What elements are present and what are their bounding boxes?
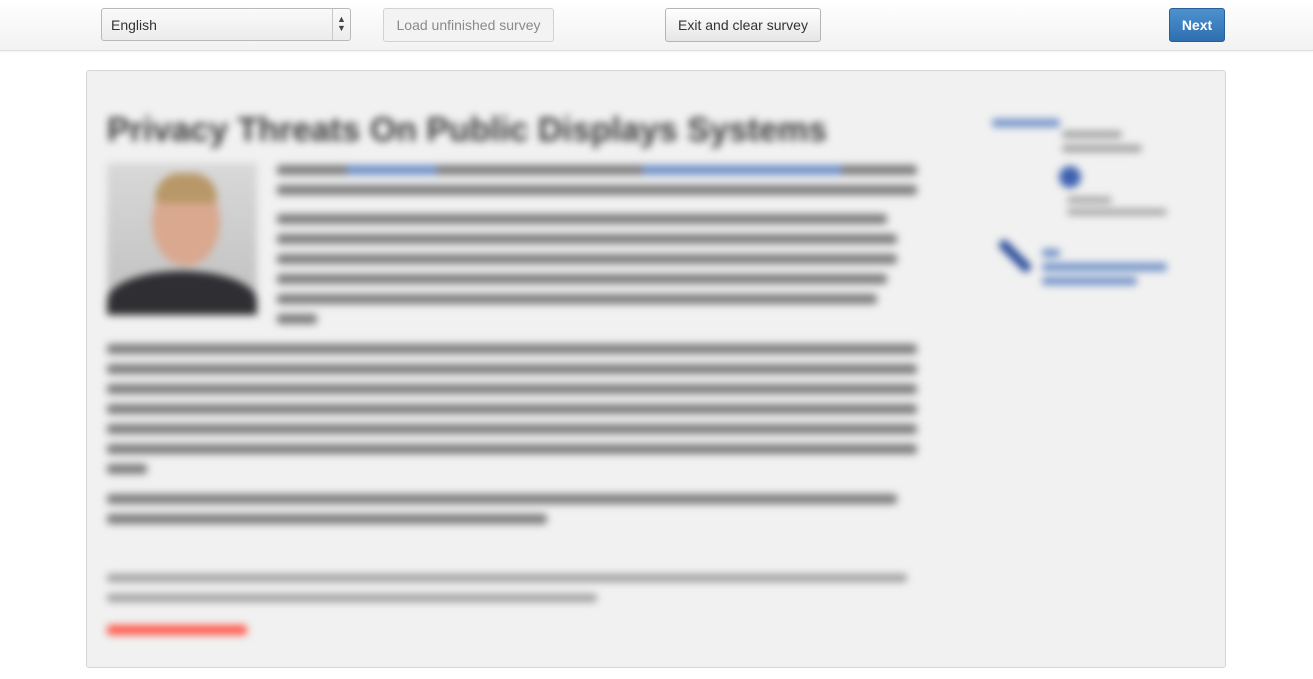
blurred-text-line: [277, 254, 897, 264]
blurred-content: Privacy Threats On Public Displays Syste…: [87, 71, 1225, 667]
next-button[interactable]: Next: [1169, 8, 1225, 42]
top-toolbar: English ▲ ▼ Load unfinished survey Exit a…: [0, 0, 1313, 51]
blurred-sidebar-link: [1042, 249, 1060, 257]
page-title: Privacy Threats On Public Displays Syste…: [107, 111, 827, 149]
blurred-link: [642, 165, 842, 175]
exit-and-clear-survey-button[interactable]: Exit and clear survey: [665, 8, 821, 42]
blurred-notice: [107, 625, 247, 635]
language-select-value: English: [111, 17, 157, 33]
blurred-sidebar-text: [1067, 197, 1112, 203]
sidebar-logo-icon: [1059, 166, 1081, 188]
blurred-link: [347, 165, 437, 175]
blurred-text-line: [277, 214, 887, 224]
blurred-text-line: [107, 384, 917, 394]
blurred-sidebar-link: [1042, 263, 1167, 271]
blurred-text-line: [277, 314, 317, 324]
load-unfinished-survey-button[interactable]: Load unfinished survey: [383, 8, 554, 42]
language-select[interactable]: English ▲ ▼: [101, 8, 351, 41]
blurred-text-line: [107, 444, 917, 454]
blurred-text-line: [107, 494, 897, 504]
blurred-text-line: [277, 294, 877, 304]
author-photo: [107, 163, 257, 315]
blurred-text-line: [107, 424, 917, 434]
blurred-sidebar-link: [1042, 277, 1137, 285]
blurred-text-line: [277, 185, 917, 195]
blurred-text-line: [107, 464, 147, 474]
blurred-sidebar-text: [1067, 209, 1167, 215]
blurred-text-line: [107, 404, 917, 414]
blurred-text-line: [277, 234, 897, 244]
survey-welcome-panel: Privacy Threats On Public Displays Syste…: [86, 70, 1226, 668]
blurred-sidebar-link: [992, 119, 1060, 127]
blurred-sidebar-text: [1062, 131, 1122, 138]
blurred-text-line: [107, 514, 547, 524]
updown-arrows-icon: ▲ ▼: [332, 9, 350, 40]
blurred-text-line: [277, 274, 887, 284]
blurred-footnote-line: [107, 594, 597, 602]
blurred-footnote-line: [107, 574, 907, 582]
blurred-text-line: [107, 364, 917, 374]
blurred-sidebar-text: [1062, 145, 1142, 152]
blurred-text-line: [107, 344, 917, 354]
pen-icon: [997, 238, 1033, 274]
